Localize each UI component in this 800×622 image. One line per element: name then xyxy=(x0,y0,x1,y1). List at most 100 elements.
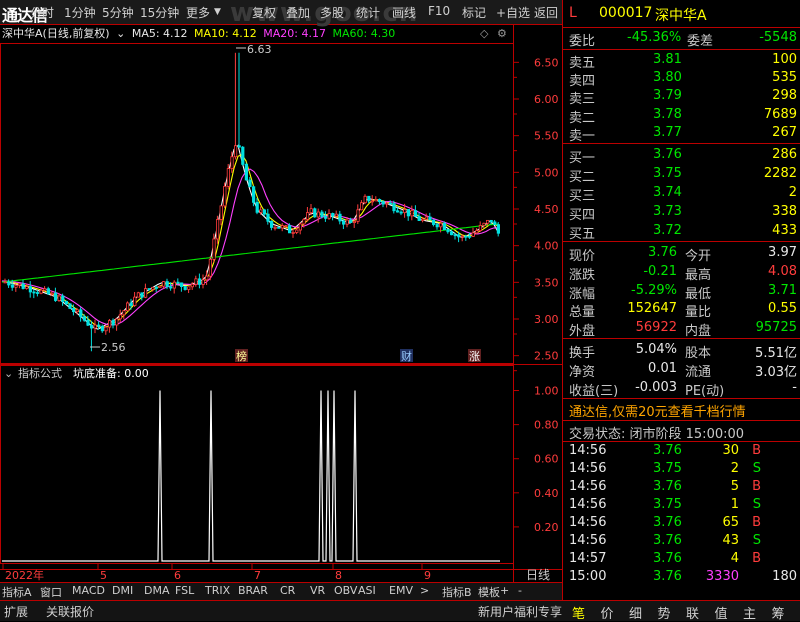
time-axis-label: 2022年 xyxy=(5,568,44,582)
ask-volume: 267 xyxy=(772,124,797,140)
tick-side: S xyxy=(752,533,761,548)
detail-tab[interactable]: 势 xyxy=(658,603,671,622)
detail-tab[interactable]: 联 xyxy=(686,603,699,622)
settings-icon[interactable]: ⚙ xyxy=(497,27,507,40)
tick-volume: 1 xyxy=(730,497,739,512)
indicator-tab[interactable]: BRAR xyxy=(238,584,268,597)
tb-adjust[interactable]: 复权 xyxy=(252,4,276,21)
tb-15min[interactable]: 15分钟 xyxy=(140,4,179,21)
indicator-tab[interactable]: 指标A xyxy=(2,584,32,600)
indicator-tab[interactable]: MACD xyxy=(72,584,105,597)
detail-tab[interactable]: 筹 xyxy=(772,603,785,622)
candle-body xyxy=(255,201,259,213)
candle-body xyxy=(287,225,292,234)
candle-body xyxy=(165,281,169,288)
promo-banner[interactable]: 通达信,仅需20元查看千档行情 xyxy=(567,401,799,420)
tb-mark[interactable]: 标记 xyxy=(462,4,486,21)
candle-body xyxy=(446,229,450,233)
bid-row: 买四 3.73 338 xyxy=(567,204,799,223)
stat-row: 现价 3.76 今开 3.97 xyxy=(567,245,799,264)
diamond-icon[interactable]: ◇ xyxy=(480,27,489,40)
expand-button[interactable]: 扩展 xyxy=(4,603,28,620)
indicator-tab[interactable]: FSL xyxy=(175,584,194,597)
indicator-tab[interactable]: + xyxy=(500,584,509,597)
chevron-down-icon[interactable]: ⌄ xyxy=(4,367,13,380)
top-toolbar: www.goo.cn 通达信 分时 1分钟 5分钟 15分钟 更多 ▼ 复权 叠… xyxy=(0,0,562,28)
tick-price: 3.76 xyxy=(653,551,682,566)
related-quotes-button[interactable]: 关联报价 xyxy=(46,603,94,620)
indicator-tab[interactable]: VR xyxy=(310,584,325,597)
detail-tab[interactable]: 细 xyxy=(629,603,642,622)
candle-body xyxy=(122,310,126,316)
ask-row: 卖五 3.81 100 xyxy=(567,52,799,71)
candle-body xyxy=(316,211,321,218)
candle-body xyxy=(104,326,108,332)
indicator-tab[interactable]: - xyxy=(518,584,522,597)
tick-price: 3.76 xyxy=(653,443,682,458)
indicator-tab[interactable]: > xyxy=(420,584,429,597)
tb-overlay[interactable]: 叠加 xyxy=(286,4,310,21)
indicator-header: ⌄ 指标公式 坑底准备: 0.00 xyxy=(4,366,149,380)
indicator-tab[interactable]: 模板 xyxy=(478,584,500,600)
candle-body xyxy=(413,210,418,217)
tb-draw[interactable]: 画线 xyxy=(392,4,416,21)
tb-multi[interactable]: 多股 xyxy=(320,4,344,21)
time-axis-label: 9 xyxy=(424,569,431,582)
candle-body xyxy=(147,288,151,290)
indicator-tab[interactable]: 窗口 xyxy=(40,584,62,600)
tb-f10[interactable]: F10 xyxy=(428,4,450,18)
indicator-tab[interactable]: TRIX xyxy=(205,584,230,597)
ask-volume: 7689 xyxy=(763,106,797,122)
tb-5min[interactable]: 5分钟 xyxy=(102,4,134,21)
candle-body xyxy=(356,209,360,222)
candle-body xyxy=(313,208,317,218)
indicator-tab[interactable]: 指标B xyxy=(442,584,472,600)
indicator-tab[interactable]: DMA xyxy=(144,584,170,597)
candle-body xyxy=(36,292,40,294)
chevron-down-icon[interactable]: ▼ xyxy=(214,7,221,17)
indicator-tab[interactable]: EMV xyxy=(389,584,413,597)
candle-body xyxy=(28,286,33,293)
tick-row: 14:56 3.75 1 S xyxy=(567,497,799,515)
candle-body xyxy=(428,216,432,221)
ask-label: 卖三 xyxy=(569,92,596,108)
candle-body xyxy=(190,283,194,288)
fundamental-value: - xyxy=(792,379,797,395)
candle-body xyxy=(359,202,364,211)
detail-tab[interactable]: 价 xyxy=(601,603,614,622)
stat-row: 涨跌 -0.21 最高 4.08 xyxy=(567,263,799,283)
period-label[interactable]: 日线 xyxy=(526,568,550,582)
chevron-down-icon[interactable]: ⌄ xyxy=(116,27,125,40)
tb-more[interactable]: 更多 xyxy=(186,4,210,21)
tb-1min[interactable]: 1分钟 xyxy=(64,4,96,21)
candle-body xyxy=(424,216,429,220)
stat-value: -5.29% xyxy=(631,282,677,298)
candle-body xyxy=(7,281,11,286)
detail-tab[interactable]: 值 xyxy=(715,603,728,622)
fundamental-value: -0.003 xyxy=(635,379,677,395)
indicator-tab[interactable]: CR xyxy=(280,584,295,597)
high-annotation: 6.63 xyxy=(236,43,272,56)
detail-tab[interactable]: 笔 xyxy=(572,603,585,622)
indicator-tab[interactable]: ASI xyxy=(358,584,376,597)
indicator-tab[interactable]: OBV xyxy=(334,584,357,597)
tb-back[interactable]: 返回 xyxy=(534,4,558,21)
candle-body xyxy=(140,292,144,298)
indicator-tab[interactable]: DMI xyxy=(112,584,133,597)
candle-body xyxy=(205,275,209,281)
chart-area[interactable]: 6.50 6.00 5.50 5.00 4.50 4.00 3.50 3.00 2.50 6.6… xyxy=(0,25,562,582)
candle-body xyxy=(464,235,468,238)
tb-intraday[interactable]: 分时 xyxy=(30,4,54,21)
tb-stats[interactable]: 统计 xyxy=(356,4,380,21)
promo-link[interactable]: 新用户福利专享 xyxy=(478,603,562,620)
tb-add-favorite[interactable]: +自选 xyxy=(496,4,530,21)
stat-value: 4.08 xyxy=(768,263,797,279)
stock-header: L 000017 深中华A xyxy=(567,5,799,25)
bid-label: 买四 xyxy=(569,208,596,223)
candle-body xyxy=(482,222,486,226)
candle-body xyxy=(406,209,411,217)
candle-body xyxy=(68,303,72,309)
tick-row: 14:57 3.76 4 B xyxy=(567,551,799,569)
candle-body xyxy=(93,324,97,329)
detail-tab[interactable]: 主 xyxy=(743,603,756,622)
